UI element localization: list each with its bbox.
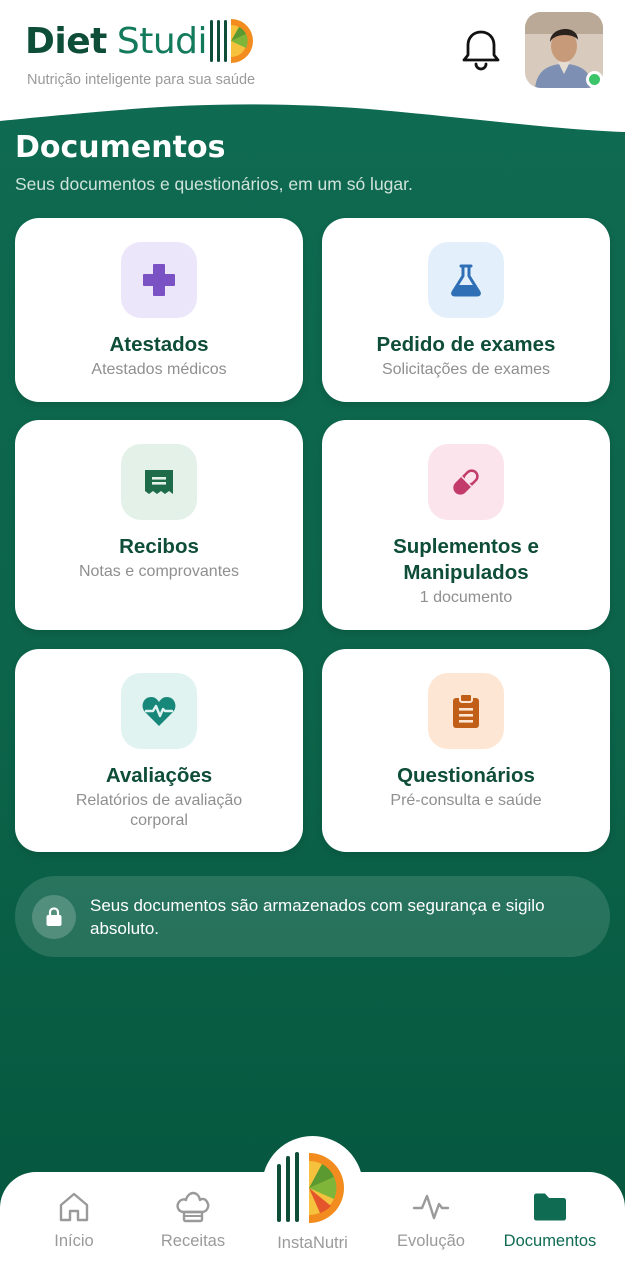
notifications-bell-icon[interactable] — [459, 27, 503, 73]
nav-item-instanutri[interactable]: InstaNutri — [262, 1150, 363, 1253]
nav-item-inicio[interactable]: Início — [19, 1190, 129, 1251]
instanutri-logo-icon — [276, 1152, 344, 1223]
nav-label: Receitas — [160, 1232, 226, 1250]
card-recibos[interactable]: Recibos Notas e comprovantes — [15, 420, 303, 630]
lock-icon-container — [32, 895, 76, 939]
heart-pulse-icon — [142, 697, 176, 726]
card-subtitle: Notas e comprovantes — [78, 563, 240, 580]
nav-item-documentos[interactable]: Documentos — [495, 1190, 605, 1251]
chef-hat-icon — [176, 1191, 210, 1223]
nav-item-receitas[interactable]: Receitas — [138, 1190, 248, 1251]
nav-label: Evolução — [397, 1232, 465, 1250]
activity-icon — [412, 1194, 450, 1220]
medical-cross-icon — [143, 264, 175, 296]
page-subtitle: Seus documentos e questionários, em um s… — [15, 174, 413, 194]
card-icon-box — [428, 242, 504, 318]
card-questionarios[interactable]: Questionários Pré-consulta e saúde — [322, 649, 610, 852]
card-subtitle: Atestados médicos — [91, 361, 227, 378]
capsule-icon — [453, 469, 479, 495]
nav-label: Documentos — [503, 1232, 597, 1250]
clipboard-icon — [453, 693, 479, 728]
nav-label: InstaNutri — [277, 1234, 348, 1252]
receipt-icon — [145, 470, 173, 494]
card-pedido-de-exames[interactable]: Pedido de exames Solicitações de exames — [322, 218, 610, 402]
card-suplementos-e-manipulados[interactable]: Suplementos e Manipulados 1 documento — [322, 420, 610, 630]
card-avaliacoes[interactable]: Avaliações Relatórios de avaliação corpo… — [15, 649, 303, 852]
card-icon-box — [428, 673, 504, 749]
card-title: Questionários — [397, 764, 535, 787]
brand-tagline: Nutrição inteligente para sua saúde — [27, 72, 256, 88]
brand-name-part2: Studi — [116, 20, 208, 62]
card-icon-box — [121, 673, 197, 749]
card-title: Avaliações — [105, 764, 213, 787]
card-subtitle: 1 documento — [419, 589, 513, 606]
card-subtitle: Relatórios de avaliação corporal — [75, 792, 243, 829]
card-icon-box — [428, 444, 504, 520]
card-title: Pedido de exames — [376, 333, 556, 356]
online-status-indicator — [586, 71, 603, 88]
app-header: Diet Studi Nutrição inteligente para sua… — [0, 0, 625, 135]
page-title: Documentos — [15, 130, 226, 165]
brand-citrus-icon — [210, 19, 253, 63]
folder-icon — [534, 1193, 566, 1221]
card-title: Atestados — [109, 333, 209, 356]
security-notice: Seus documentos são armazenados com segu… — [15, 876, 610, 957]
nav-item-evolucao[interactable]: Evolução — [376, 1190, 486, 1251]
card-atestados[interactable]: Atestados Atestados médicos — [15, 218, 303, 402]
card-subtitle: Solicitações de exames — [381, 361, 551, 378]
flask-icon — [451, 264, 481, 297]
card-title: Suplementos e Manipulados — [393, 535, 539, 584]
lock-icon — [46, 907, 62, 926]
brand-logo: Diet Studi — [25, 16, 255, 66]
brand-name-part1: Diet — [25, 20, 107, 62]
card-title: Recibos — [119, 535, 199, 558]
home-icon — [59, 1192, 89, 1222]
card-subtitle: Pré-consulta e saúde — [390, 792, 542, 809]
nav-label: Início — [54, 1232, 94, 1250]
card-icon-box — [121, 242, 197, 318]
card-icon-box — [121, 444, 197, 520]
security-notice-text: Seus documentos são armazenados com segu… — [90, 896, 545, 938]
